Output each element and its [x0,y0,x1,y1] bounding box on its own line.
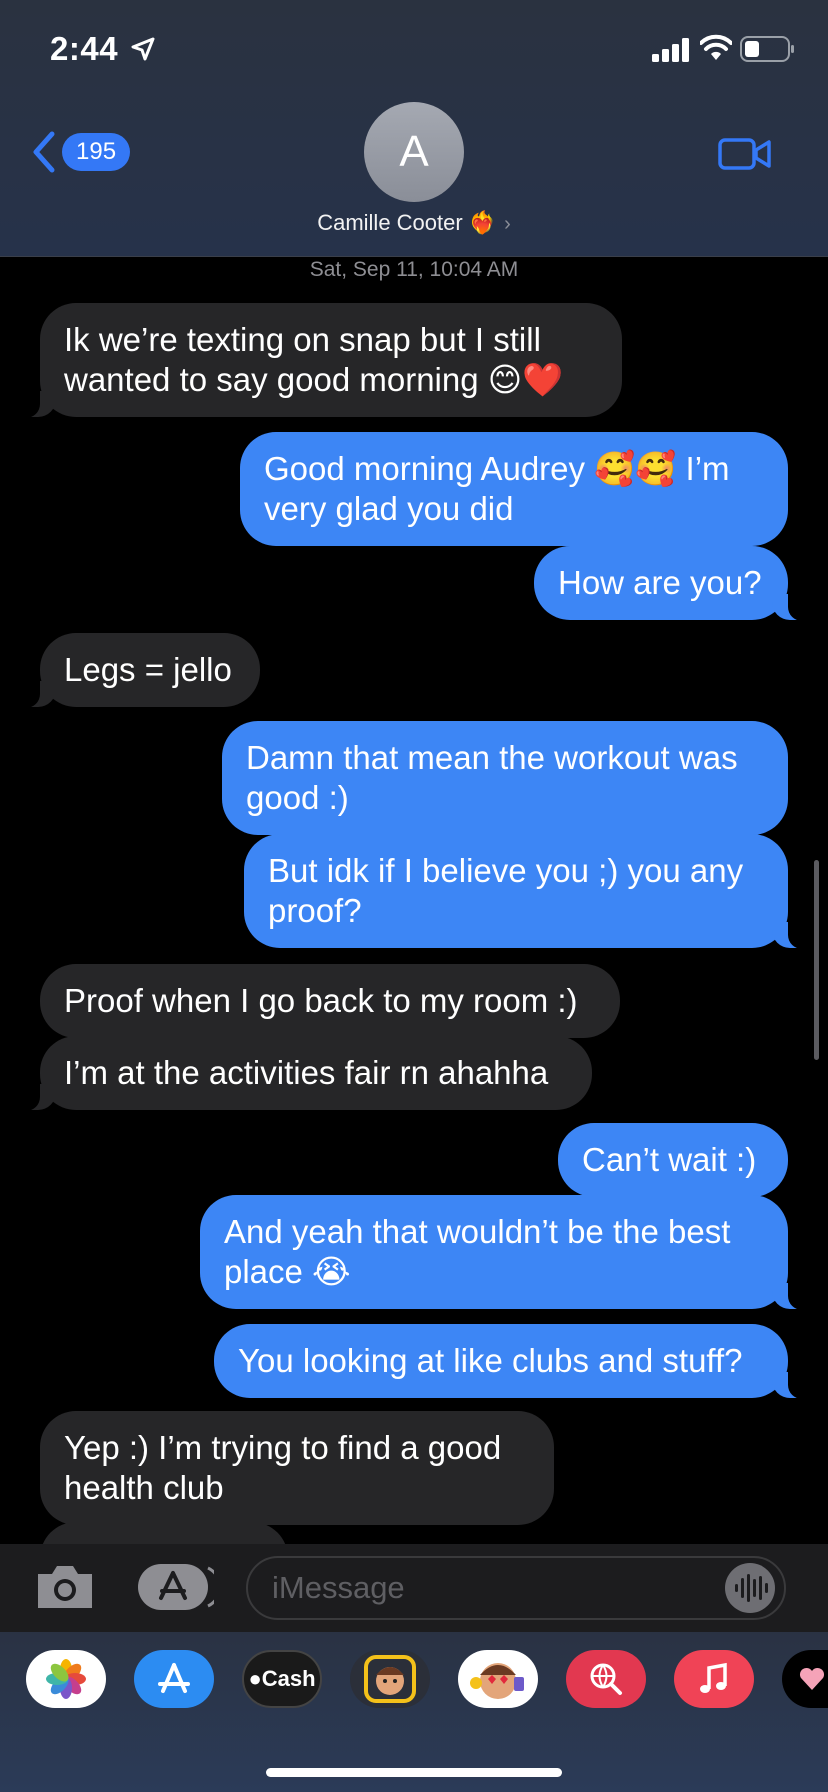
outgoing-message-bubble[interactable]: Damn that mean the workout was good :) [222,721,788,835]
memoji-stickers-app-icon[interactable] [458,1650,538,1708]
conversation-header: 2:44 195 A Camille Cooter ❤️‍🔥 › [0,0,828,257]
memoji-app-icon[interactable] [350,1650,430,1708]
incoming-message-bubble[interactable]: Legs = jello [18,633,260,708]
camera-icon[interactable] [34,1562,96,1612]
music-app-icon[interactable] [674,1650,754,1708]
outgoing-message-bubble[interactable]: Can’t wait :) [558,1123,788,1197]
outgoing-message-bubble[interactable]: How are you? [534,546,810,621]
wifi-icon [700,34,732,60]
location-arrow-icon [131,37,155,61]
heart-on-fire-emoji: ❤️‍🔥 [468,210,497,235]
app-store-a-icon [158,1663,190,1693]
web-search-app-icon[interactable] [566,1650,646,1708]
outgoing-message-bubble[interactable]: And yeah that wouldn’t be the best place… [200,1195,810,1310]
cash-label: Cash [261,1666,316,1691]
apple-cash-app-icon[interactable]: ● Cash [242,1650,322,1708]
outgoing-message-bubble[interactable]: Good morning Audrey 🥰🥰 I’m very glad you… [240,432,788,546]
contact-name: Camille Cooter [317,210,463,235]
imessage-app-drawer: ● Cash [0,1632,828,1792]
heart-icon [799,1667,825,1690]
app-store-app-icon[interactable] [134,1650,214,1708]
contact-avatar[interactable]: A [364,102,464,202]
photos-flower-icon [46,1659,86,1699]
back-button[interactable]: 195 [30,128,131,176]
incoming-message-bubble[interactable]: Proof when I go back to my room :) [40,964,620,1038]
message-input[interactable]: iMessage [246,1556,786,1620]
outgoing-message-bubble[interactable]: You looking at like clubs and stuff? [214,1324,810,1399]
status-time: 2:44 [50,30,119,67]
memoji-heart-eyes-icon [470,1663,524,1699]
incoming-message-bubble[interactable]: Yep :) I’m trying to find a good health … [40,1411,554,1525]
compose-bar: iMessage [0,1544,828,1632]
home-indicator[interactable] [266,1768,562,1777]
apple-logo-icon: ● [248,1666,262,1691]
app-store-apps-icon[interactable] [138,1564,214,1610]
audio-message-icon[interactable] [724,1562,776,1614]
facetime-video-icon[interactable] [718,136,772,172]
fitness-app-icon[interactable] [782,1650,828,1708]
outgoing-message-bubble[interactable]: But idk if I believe you ;) you any proo… [244,834,810,949]
battery-icon [740,36,794,62]
incoming-message-bubble[interactable]: I’m at the activities fair rn ahahha [18,1036,592,1111]
contact-details-button[interactable]: Camille Cooter ❤️‍🔥 › [0,210,828,236]
globe-search-icon [590,1663,622,1695]
incoming-message-bubble[interactable]: Ik we’re texting on snap but I still wan… [18,303,622,418]
memoji-face-icon [364,1655,416,1703]
photos-app-icon[interactable] [26,1650,106,1708]
conversation-timestamp: Sat, Sep 11, 10:04 AM [309,258,519,281]
scrollbar[interactable] [814,860,819,1060]
chevron-right-icon: › [504,213,511,235]
unread-count-badge: 195 [62,133,131,171]
cellular-signal-icon [652,38,689,62]
chevron-left-icon [33,131,55,173]
music-note-icon [700,1662,727,1693]
